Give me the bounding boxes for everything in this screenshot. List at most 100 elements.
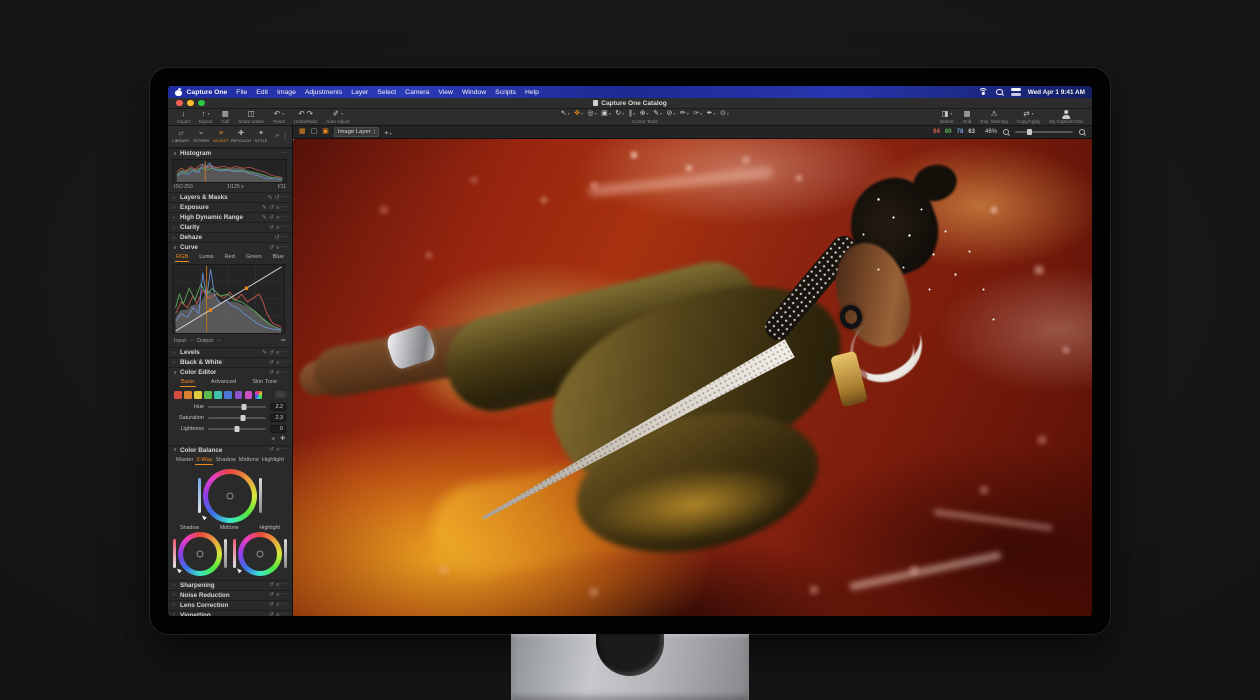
menu-scripts[interactable]: Scripts	[491, 89, 521, 96]
reset-button[interactable]: ↶ Reset	[273, 110, 285, 124]
more-icon[interactable]: ⋯	[282, 612, 287, 616]
menu-image[interactable]: Image	[272, 89, 300, 96]
more-icon[interactable]: ⋯	[282, 205, 287, 211]
exposure-warning-button[interactable]: ⚠ Exp. Warning	[980, 110, 1007, 124]
rotate-tool[interactable]: ↻	[615, 110, 624, 119]
close-button[interactable]	[176, 100, 183, 107]
wheel-center-handle[interactable]	[227, 492, 234, 499]
panel-layers-masks[interactable]: › Layers & Masks ✎↺⋯	[168, 192, 292, 202]
curve-picker-icon[interactable]: ✑	[281, 337, 286, 344]
reset-icon[interactable]: ↺	[269, 612, 273, 616]
curve-tab-luma[interactable]: Luma	[198, 253, 214, 262]
auto-adjust-button[interactable]: ✐ Auto Adjust	[326, 110, 349, 124]
panel-high-dynamic-range[interactable]: › High Dynamic Range ✎↺≡⋯	[168, 212, 292, 222]
grid-button[interactable]: ▦ Grid	[963, 110, 972, 124]
menu-select[interactable]: Select	[373, 89, 401, 96]
midtone-color-wheel[interactable]	[203, 469, 257, 523]
panel-vignetting[interactable]: › Vignetting ↺≡⋯	[168, 610, 292, 617]
zoom-slider-knob[interactable]	[1027, 129, 1032, 135]
reset-icon[interactable]: ↺	[269, 447, 273, 453]
color-swatch-red[interactable]	[174, 391, 182, 399]
reset-icon[interactable]: ↺	[269, 245, 273, 251]
color-editor-tab-skin-tone[interactable]: Skin Tone	[251, 378, 278, 387]
white-balance-picker-tool[interactable]: ✑	[693, 110, 702, 119]
more-icon[interactable]: ⋯	[282, 447, 287, 453]
color-editor-tab-advanced[interactable]: Advanced	[210, 378, 237, 387]
wheel-side-slider[interactable]	[198, 478, 201, 513]
reset-icon[interactable]: ↺	[269, 225, 273, 231]
color-swatch-orange[interactable]	[184, 391, 192, 399]
hue-value[interactable]: 2.2	[270, 403, 286, 411]
cb-tab-master[interactable]: Master	[175, 456, 194, 465]
tabs-menu-icon[interactable]: ⋮	[282, 133, 288, 140]
swatch-more-button[interactable]: ⋯	[275, 391, 286, 398]
tabs-overflow-icon[interactable]: »	[276, 133, 279, 140]
more-icon[interactable]: ⋯	[282, 195, 287, 201]
cull-button[interactable]: ▦ Cull	[221, 110, 229, 124]
menu-edit[interactable]: Edit	[252, 89, 273, 96]
color-swatch-yellow[interactable]	[194, 391, 202, 399]
compare-view-icon[interactable]: ▣	[322, 128, 329, 136]
preset-icon[interactable]: ≡	[276, 370, 279, 376]
reset-icon[interactable]: ↺	[269, 350, 273, 356]
reset-icon[interactable]: ↺	[275, 195, 279, 201]
annotation-tool[interactable]: ✏	[680, 110, 689, 119]
wheel-center-handle[interactable]	[257, 550, 264, 557]
color-swatch-green[interactable]	[204, 391, 212, 399]
panel-black-and-white[interactable]: › Black & White ↺≡⋯	[168, 357, 292, 367]
wheel-center-handle[interactable]	[197, 550, 204, 557]
menu-view[interactable]: View	[434, 89, 458, 96]
share-online-button[interactable]: ◫ Share online	[238, 110, 264, 124]
preset-icon[interactable]: ≡	[276, 350, 279, 356]
wheel-side-slider[interactable]	[233, 539, 236, 567]
panel-noise-reduction[interactable]: › Noise Reduction ↺≡⋯	[168, 590, 292, 600]
multicolor-swatch[interactable]	[255, 391, 263, 399]
saturation-value[interactable]: 2.3	[270, 414, 286, 422]
panel-sharpening[interactable]: › Sharpening ↺≡⋯	[168, 580, 292, 590]
hue-slider[interactable]	[208, 406, 266, 408]
curve-tab-rgb[interactable]: RGB	[175, 253, 189, 262]
before-button[interactable]: ◨ Before	[940, 110, 954, 124]
more-icon[interactable]: ⋯	[282, 370, 287, 376]
wheel-side-slider[interactable]	[259, 478, 262, 513]
pan-tool[interactable]: ✥	[574, 110, 583, 119]
menu-bar-clock[interactable]: Wed Apr 1 9:41 AM	[1028, 89, 1085, 96]
shadow-color-wheel[interactable]	[178, 532, 222, 576]
more-icon[interactable]: ⋯	[282, 225, 287, 231]
color-swatch-teal[interactable]	[214, 391, 222, 399]
tab-retouch[interactable]: ✚ RETOUCH	[231, 130, 251, 144]
color-swatch-magenta[interactable]	[245, 391, 253, 399]
more-icon[interactable]: ⋯	[282, 235, 287, 241]
draw-mask-tool[interactable]: ✎	[653, 110, 662, 119]
preset-icon[interactable]: ≡	[276, 612, 279, 616]
curve-tab-blue[interactable]: Blue	[272, 253, 285, 262]
zoom-slider[interactable]	[1015, 131, 1073, 133]
color-swatch-blue[interactable]	[224, 391, 232, 399]
undo-redo-button[interactable]: ↶ ↷ Undo/Redo	[294, 110, 317, 124]
cb-tab-midtone[interactable]: Midtone	[238, 456, 260, 465]
more-icon[interactable]: ⋯	[282, 582, 287, 588]
reset-icon[interactable]: ↺	[269, 370, 273, 376]
reset-icon[interactable]: ↺	[269, 360, 273, 366]
histogram-panel-header[interactable]: ∨ Histogram ⋯	[168, 148, 292, 158]
more-icon[interactable]: ⋯	[282, 592, 287, 598]
search-icon[interactable]	[996, 88, 1004, 96]
brush-icon[interactable]: ✎	[262, 350, 266, 356]
reset-icon[interactable]: ↺	[269, 215, 273, 221]
color-picker-tool[interactable]: ✒	[707, 110, 716, 119]
preset-icon[interactable]: ≡	[276, 215, 279, 221]
menu-layer[interactable]: Layer	[347, 89, 373, 96]
preset-icon[interactable]: ≡	[276, 205, 279, 211]
saturation-slider[interactable]	[208, 417, 266, 419]
curve-tab-green[interactable]: Green	[245, 253, 263, 262]
photo-canvas[interactable]	[293, 139, 1092, 616]
menu-capture-one[interactable]: Capture One	[182, 89, 232, 96]
menu-help[interactable]: Help	[520, 89, 543, 96]
saturation-slider-knob[interactable]	[240, 415, 245, 421]
crop-tool[interactable]: ▣	[601, 110, 611, 119]
more-icon[interactable]: ⋯	[282, 245, 287, 251]
menu-adjustments[interactable]: Adjustments	[300, 89, 346, 96]
multi-view-icon[interactable]: ▦	[299, 128, 306, 136]
panel-exposure[interactable]: › Exposure ✎↺≡⋯	[168, 202, 292, 212]
preset-icon[interactable]: ≡	[276, 245, 279, 251]
